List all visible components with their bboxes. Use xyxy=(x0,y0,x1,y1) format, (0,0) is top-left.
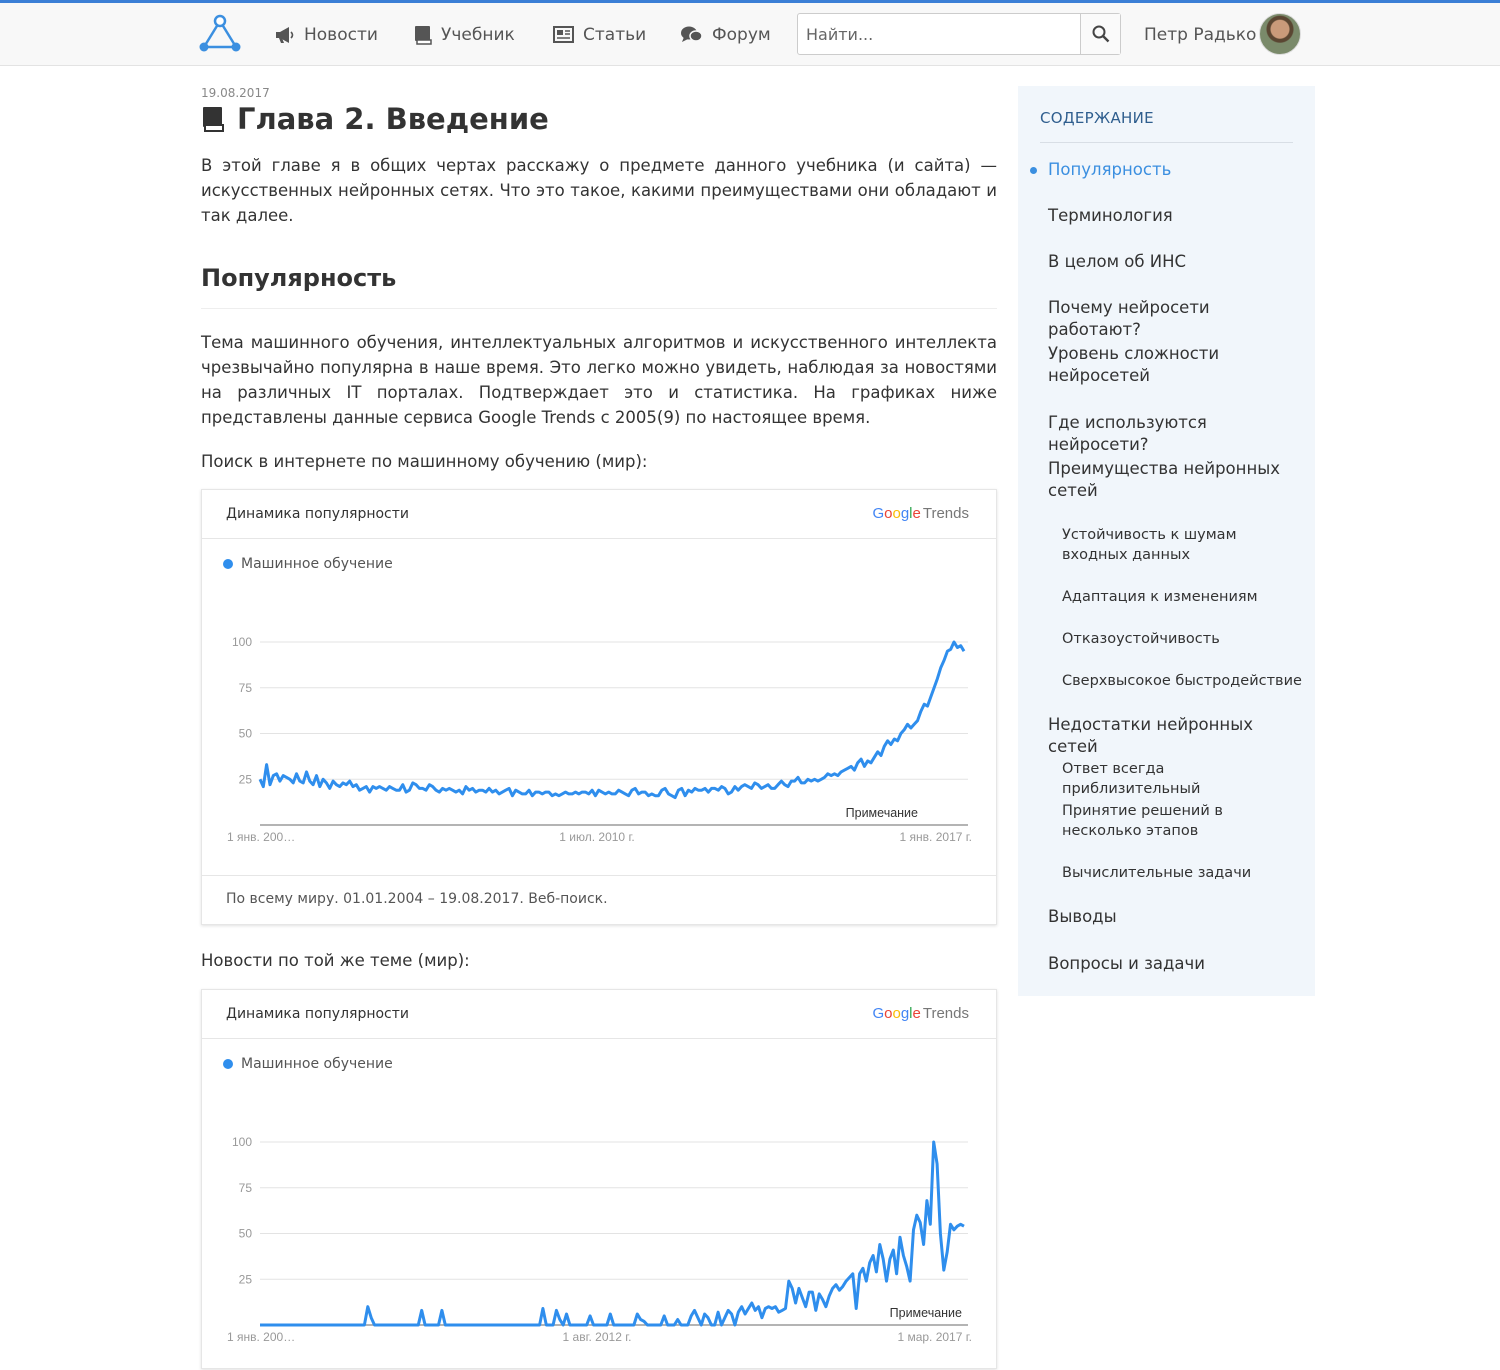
section-divider xyxy=(201,308,997,309)
newspaper-icon xyxy=(553,26,574,43)
toc-item[interactable]: Вычислительные задачи xyxy=(1062,863,1302,883)
toc-item[interactable]: Сверхвысокое быстродействие xyxy=(1062,671,1302,691)
x-tick-label: 1 июл. 2010 г. xyxy=(559,830,634,844)
toc-item[interactable]: Преимущества нейронных сетей xyxy=(1048,458,1298,502)
chart-note[interactable]: Примечание xyxy=(890,1306,962,1320)
toc-item[interactable]: Ответ всегда приблизительный xyxy=(1062,759,1302,799)
toc-item[interactable]: Уровень сложности нейросетей xyxy=(1048,343,1298,387)
megaphone-icon xyxy=(276,26,294,43)
nav-forum[interactable]: Форум xyxy=(680,3,771,66)
page-title: Глава 2. Введение xyxy=(201,102,549,136)
series-line[interactable] xyxy=(258,640,966,800)
avatar[interactable] xyxy=(1259,13,1301,55)
y-tick-label: 75 xyxy=(239,1181,253,1195)
y-tick-label: 100 xyxy=(232,635,252,649)
table-of-contents: СОДЕРЖАНИЕ Популярность Терминология В цел… xyxy=(1018,86,1315,996)
trends-card-1: Динамика популярности Google Trends Машин… xyxy=(201,489,997,925)
nav-articles[interactable]: Статьи xyxy=(553,3,646,66)
toc-item[interactable]: Популярность xyxy=(1048,159,1298,181)
toc-heading: СОДЕРЖАНИЕ xyxy=(1040,109,1154,127)
toc-item[interactable]: Почему нейросети работают? xyxy=(1048,297,1298,341)
toc-item[interactable]: Принятие решений в несколько этапов xyxy=(1062,801,1302,841)
y-tick-label: 75 xyxy=(239,681,253,695)
user-name[interactable]: Петр Радько xyxy=(1144,3,1256,66)
x-tick-label: 1 янв. 2017 г. xyxy=(900,830,972,844)
toc-item[interactable]: Выводы xyxy=(1048,906,1298,928)
trends-chart-1: 25 50 75 100 Примечание 1 янв. 200… 1 июл. 201… xyxy=(227,635,972,844)
nav-tutorial-label: Учебник xyxy=(441,24,515,45)
nav-tutorial[interactable]: Учебник xyxy=(414,3,515,66)
nav-articles-label: Статьи xyxy=(583,24,647,45)
trends-card-2: Динамика популярности Google Trends Машин… xyxy=(201,989,997,1369)
toc-item[interactable]: Недостатки нейронных сетей xyxy=(1048,714,1298,758)
x-tick-label: 1 янв. 200… xyxy=(227,830,295,844)
search-button[interactable] xyxy=(1080,14,1120,54)
chat-bubbles-icon xyxy=(681,26,703,42)
toc-item[interactable]: Устойчивость к шумам входных данных xyxy=(1062,525,1302,565)
book-icon xyxy=(203,107,224,132)
y-tick-label: 25 xyxy=(239,1272,253,1286)
book-icon xyxy=(415,25,432,45)
article-date: 19.08.2017 xyxy=(201,86,270,100)
y-tick-label: 50 xyxy=(239,1227,253,1241)
x-tick-label: 1 мар. 2017 г. xyxy=(897,1330,972,1344)
x-tick-label: 1 авг. 2012 г. xyxy=(563,1330,632,1344)
search-input[interactable] xyxy=(798,14,1081,54)
toc-item[interactable]: Терминология xyxy=(1048,205,1298,227)
chart1-caption: Поиск в интернете по машинному обучению … xyxy=(201,452,648,471)
page-title-text: Глава 2. Введение xyxy=(237,102,549,136)
toc-item[interactable]: Вопросы и задачи xyxy=(1048,953,1298,975)
toc-item[interactable]: Где используются нейросети? xyxy=(1048,412,1298,456)
toc-item[interactable]: Отказоустойчивость xyxy=(1062,629,1302,649)
section-heading: Популярность xyxy=(201,264,397,292)
card-footer-text: По всему миру. 01.01.2004 – 19.08.2017. … xyxy=(226,891,608,907)
trends-chart-2: 25 50 75 100 Примечание 1 янв. 200… 1 авг. 201… xyxy=(227,1135,972,1344)
nav-news-label: Новости xyxy=(304,24,378,45)
y-tick-label: 50 xyxy=(239,727,253,741)
x-tick-label: 1 янв. 200… xyxy=(227,1330,295,1344)
toc-item[interactable]: Адаптация к изменениям xyxy=(1062,587,1302,607)
search-icon xyxy=(1092,25,1109,43)
y-tick-label: 25 xyxy=(239,772,253,786)
site-logo-icon[interactable] xyxy=(198,13,242,57)
toc-active-bullet xyxy=(1030,167,1037,174)
toc-item[interactable]: В целом об ИНС xyxy=(1048,251,1298,273)
search-box xyxy=(797,13,1121,55)
toc-divider xyxy=(1040,142,1293,143)
y-tick-label: 100 xyxy=(232,1135,252,1149)
nav-news[interactable]: Новости xyxy=(274,3,378,66)
card-footer: По всему миру. 01.01.2004 – 19.08.2017. … xyxy=(202,875,996,923)
site-header: Новости Учебник Статьи Форум Найти... Пе… xyxy=(0,3,1500,66)
section-paragraph: Тема машинного обучения, интеллектуальны… xyxy=(201,333,997,427)
intro-paragraph: В этой главе я в общих чертах расскажу о… xyxy=(201,156,997,225)
nav-forum-label: Форум xyxy=(712,24,771,45)
chart2-caption: Новости по той же теме (мир): xyxy=(201,951,470,970)
chart-note[interactable]: Примечание xyxy=(846,806,918,820)
